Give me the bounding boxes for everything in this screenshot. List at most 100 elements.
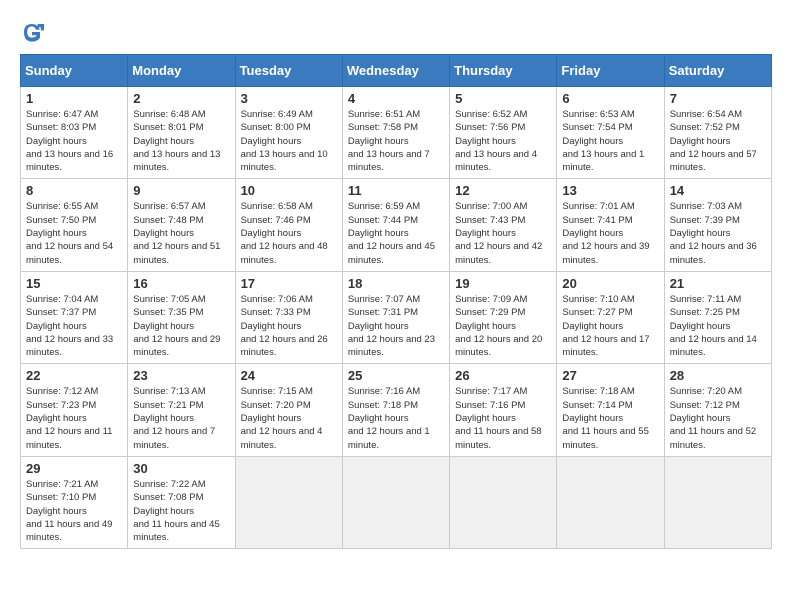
day-info: Sunrise: 7:03 AM Sunset: 7:39 PM Dayligh… [670,200,766,266]
day-info: Sunrise: 7:09 AM Sunset: 7:29 PM Dayligh… [455,293,551,359]
day-number: 27 [562,368,658,383]
day-info: Sunrise: 7:06 AM Sunset: 7:33 PM Dayligh… [241,293,337,359]
calendar-row-4: 22 Sunrise: 7:12 AM Sunset: 7:23 PM Dayl… [21,364,772,456]
day-info: Sunrise: 6:54 AM Sunset: 7:52 PM Dayligh… [670,108,766,174]
weekday-thursday: Thursday [450,55,557,87]
day-number: 9 [133,183,229,198]
day-info: Sunrise: 6:51 AM Sunset: 7:58 PM Dayligh… [348,108,444,174]
calendar-cell: 5 Sunrise: 6:52 AM Sunset: 7:56 PM Dayli… [450,87,557,179]
day-info: Sunrise: 7:10 AM Sunset: 7:27 PM Dayligh… [562,293,658,359]
day-info: Sunrise: 7:17 AM Sunset: 7:16 PM Dayligh… [455,385,551,451]
day-info: Sunrise: 7:04 AM Sunset: 7:37 PM Dayligh… [26,293,122,359]
calendar-cell: 24 Sunrise: 7:15 AM Sunset: 7:20 PM Dayl… [235,364,342,456]
day-number: 10 [241,183,337,198]
calendar-cell: 10 Sunrise: 6:58 AM Sunset: 7:46 PM Dayl… [235,179,342,271]
page-header [20,20,772,44]
calendar-cell: 12 Sunrise: 7:00 AM Sunset: 7:43 PM Dayl… [450,179,557,271]
calendar-cell: 22 Sunrise: 7:12 AM Sunset: 7:23 PM Dayl… [21,364,128,456]
day-info: Sunrise: 7:00 AM Sunset: 7:43 PM Dayligh… [455,200,551,266]
day-number: 15 [26,276,122,291]
calendar-cell: 1 Sunrise: 6:47 AM Sunset: 8:03 PM Dayli… [21,87,128,179]
calendar-cell [342,456,449,548]
weekday-wednesday: Wednesday [342,55,449,87]
calendar-cell [664,456,771,548]
day-number: 26 [455,368,551,383]
day-number: 21 [670,276,766,291]
calendar-cell: 30 Sunrise: 7:22 AM Sunset: 7:08 PM Dayl… [128,456,235,548]
weekday-tuesday: Tuesday [235,55,342,87]
day-number: 29 [26,461,122,476]
day-number: 20 [562,276,658,291]
calendar-cell: 15 Sunrise: 7:04 AM Sunset: 7:37 PM Dayl… [21,271,128,363]
day-info: Sunrise: 7:12 AM Sunset: 7:23 PM Dayligh… [26,385,122,451]
calendar-cell: 4 Sunrise: 6:51 AM Sunset: 7:58 PM Dayli… [342,87,449,179]
day-number: 17 [241,276,337,291]
day-number: 18 [348,276,444,291]
calendar-table: SundayMondayTuesdayWednesdayThursdayFrid… [20,54,772,549]
day-number: 8 [26,183,122,198]
day-number: 19 [455,276,551,291]
day-info: Sunrise: 7:15 AM Sunset: 7:20 PM Dayligh… [241,385,337,451]
day-number: 28 [670,368,766,383]
calendar-cell: 26 Sunrise: 7:17 AM Sunset: 7:16 PM Dayl… [450,364,557,456]
calendar-cell [235,456,342,548]
weekday-monday: Monday [128,55,235,87]
calendar-cell [450,456,557,548]
calendar-cell: 3 Sunrise: 6:49 AM Sunset: 8:00 PM Dayli… [235,87,342,179]
weekday-sunday: Sunday [21,55,128,87]
day-number: 2 [133,91,229,106]
day-number: 12 [455,183,551,198]
day-number: 6 [562,91,658,106]
calendar-row-3: 15 Sunrise: 7:04 AM Sunset: 7:37 PM Dayl… [21,271,772,363]
calendar-cell: 13 Sunrise: 7:01 AM Sunset: 7:41 PM Dayl… [557,179,664,271]
calendar-cell: 19 Sunrise: 7:09 AM Sunset: 7:29 PM Dayl… [450,271,557,363]
day-info: Sunrise: 7:16 AM Sunset: 7:18 PM Dayligh… [348,385,444,451]
day-number: 4 [348,91,444,106]
day-number: 16 [133,276,229,291]
day-number: 11 [348,183,444,198]
calendar-cell: 9 Sunrise: 6:57 AM Sunset: 7:48 PM Dayli… [128,179,235,271]
weekday-saturday: Saturday [664,55,771,87]
calendar-cell: 7 Sunrise: 6:54 AM Sunset: 7:52 PM Dayli… [664,87,771,179]
day-info: Sunrise: 6:55 AM Sunset: 7:50 PM Dayligh… [26,200,122,266]
calendar-cell [557,456,664,548]
calendar-cell: 29 Sunrise: 7:21 AM Sunset: 7:10 PM Dayl… [21,456,128,548]
day-info: Sunrise: 6:58 AM Sunset: 7:46 PM Dayligh… [241,200,337,266]
day-info: Sunrise: 7:07 AM Sunset: 7:31 PM Dayligh… [348,293,444,359]
day-number: 14 [670,183,766,198]
day-number: 3 [241,91,337,106]
calendar-cell: 18 Sunrise: 7:07 AM Sunset: 7:31 PM Dayl… [342,271,449,363]
day-info: Sunrise: 7:13 AM Sunset: 7:21 PM Dayligh… [133,385,229,451]
calendar-cell: 2 Sunrise: 6:48 AM Sunset: 8:01 PM Dayli… [128,87,235,179]
day-info: Sunrise: 6:59 AM Sunset: 7:44 PM Dayligh… [348,200,444,266]
day-info: Sunrise: 6:48 AM Sunset: 8:01 PM Dayligh… [133,108,229,174]
calendar-cell: 27 Sunrise: 7:18 AM Sunset: 7:14 PM Dayl… [557,364,664,456]
day-info: Sunrise: 7:01 AM Sunset: 7:41 PM Dayligh… [562,200,658,266]
day-number: 25 [348,368,444,383]
day-info: Sunrise: 7:18 AM Sunset: 7:14 PM Dayligh… [562,385,658,451]
day-info: Sunrise: 6:49 AM Sunset: 8:00 PM Dayligh… [241,108,337,174]
calendar-row-1: 1 Sunrise: 6:47 AM Sunset: 8:03 PM Dayli… [21,87,772,179]
calendar-cell: 16 Sunrise: 7:05 AM Sunset: 7:35 PM Dayl… [128,271,235,363]
day-info: Sunrise: 6:53 AM Sunset: 7:54 PM Dayligh… [562,108,658,174]
weekday-friday: Friday [557,55,664,87]
day-number: 22 [26,368,122,383]
calendar-cell: 21 Sunrise: 7:11 AM Sunset: 7:25 PM Dayl… [664,271,771,363]
day-info: Sunrise: 6:47 AM Sunset: 8:03 PM Dayligh… [26,108,122,174]
day-info: Sunrise: 7:05 AM Sunset: 7:35 PM Dayligh… [133,293,229,359]
day-info: Sunrise: 6:57 AM Sunset: 7:48 PM Dayligh… [133,200,229,266]
weekday-header-row: SundayMondayTuesdayWednesdayThursdayFrid… [21,55,772,87]
day-info: Sunrise: 6:52 AM Sunset: 7:56 PM Dayligh… [455,108,551,174]
calendar-body: 1 Sunrise: 6:47 AM Sunset: 8:03 PM Dayli… [21,87,772,549]
day-number: 5 [455,91,551,106]
calendar-cell: 25 Sunrise: 7:16 AM Sunset: 7:18 PM Dayl… [342,364,449,456]
calendar-cell: 6 Sunrise: 6:53 AM Sunset: 7:54 PM Dayli… [557,87,664,179]
day-info: Sunrise: 7:11 AM Sunset: 7:25 PM Dayligh… [670,293,766,359]
day-number: 23 [133,368,229,383]
calendar-cell: 23 Sunrise: 7:13 AM Sunset: 7:21 PM Dayl… [128,364,235,456]
day-number: 24 [241,368,337,383]
calendar-row-5: 29 Sunrise: 7:21 AM Sunset: 7:10 PM Dayl… [21,456,772,548]
day-number: 1 [26,91,122,106]
calendar-cell: 17 Sunrise: 7:06 AM Sunset: 7:33 PM Dayl… [235,271,342,363]
logo-icon [20,20,44,44]
